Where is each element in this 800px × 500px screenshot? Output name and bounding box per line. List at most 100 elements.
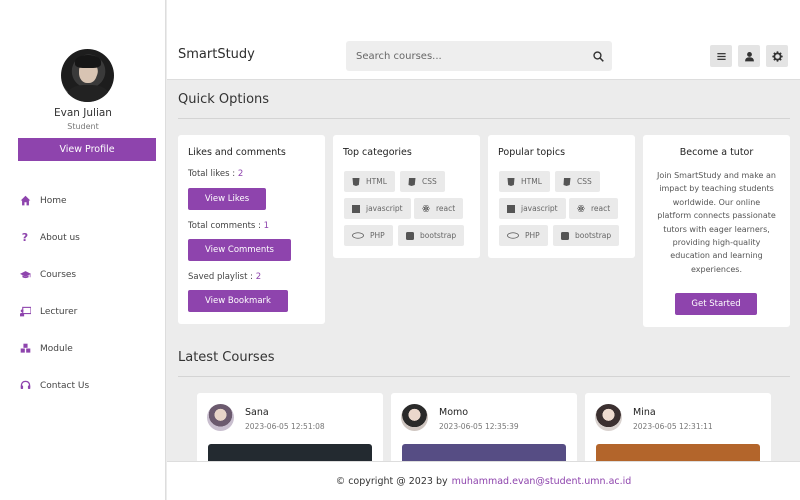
tag-html[interactable]: HTML <box>344 171 395 192</box>
tutor-description: Join SmartStudy and make an impact by te… <box>656 171 776 274</box>
course-card[interactable]: Mina 2023-06-05 12:31:11 <box>585 393 771 463</box>
tag-php[interactable]: PHP <box>499 225 548 246</box>
sidebar-item-contact-us[interactable]: Contact Us <box>0 367 166 404</box>
tag-react[interactable]: react <box>414 198 464 219</box>
css3-icon <box>563 177 571 186</box>
avatar <box>595 404 622 431</box>
html5-icon <box>507 177 515 186</box>
search-icon[interactable] <box>584 50 612 62</box>
question-icon: ? <box>21 231 29 244</box>
author-email-link[interactable]: muhammad.evan@student.umn.ac.id <box>452 476 632 487</box>
sidebar-item-label: About us <box>40 232 80 243</box>
javascript-icon <box>507 204 515 213</box>
view-likes-button[interactable]: View Likes <box>188 188 266 210</box>
top-categories-card: Top categories HTML CSS javascript react… <box>333 135 480 258</box>
menu-icon <box>716 52 726 60</box>
tag-label: CSS <box>422 177 437 186</box>
home-icon <box>18 195 32 206</box>
search-input[interactable] <box>346 50 584 62</box>
tag-bootstrap[interactable]: bootstrap <box>398 225 465 246</box>
tutor-name: Sana <box>245 407 269 418</box>
user-button[interactable] <box>738 45 760 67</box>
sidebar-nav: Home ? About us Courses Lecturer Module <box>0 182 166 404</box>
tag-html[interactable]: HTML <box>499 171 550 192</box>
tag-label: react <box>436 204 456 213</box>
tag-javascript[interactable]: javascript <box>499 198 566 219</box>
php-icon <box>352 232 364 240</box>
tag-label: bootstrap <box>575 231 612 240</box>
total-likes-stat: Total likes : 2 <box>188 169 243 179</box>
sidebar-item-label: Home <box>40 195 67 206</box>
menu-button[interactable] <box>710 45 732 67</box>
gear-icon <box>771 50 783 62</box>
popular-topics-card: Popular topics HTML CSS javascript react… <box>488 135 635 258</box>
tag-css[interactable]: CSS <box>400 171 445 192</box>
likes-comments-card: Likes and comments Total likes : 2 View … <box>178 135 325 324</box>
bootstrap-icon <box>406 231 414 240</box>
course-date: 2023-06-05 12:35:39 <box>439 422 519 431</box>
course-card[interactable]: Sana 2023-06-05 12:51:08 <box>197 393 383 463</box>
html5-icon <box>352 177 360 186</box>
sidebar: Evan Julian Student View Profile Home ? … <box>0 0 166 500</box>
get-started-button[interactable]: Get Started <box>675 293 757 315</box>
header: SmartStudy <box>167 33 800 80</box>
tag-label: HTML <box>366 177 387 186</box>
search-bar <box>346 41 612 71</box>
divider <box>178 118 790 119</box>
footer: © copyright @ 2023 by muhammad.evan@stud… <box>167 461 800 500</box>
tag-bootstrap[interactable]: bootstrap <box>553 225 620 246</box>
course-date: 2023-06-05 12:31:11 <box>633 422 713 431</box>
stat-label: Total likes : <box>188 169 238 179</box>
course-card[interactable]: Momo 2023-06-05 12:35:39 <box>391 393 577 463</box>
sidebar-item-courses[interactable]: Courses <box>0 256 166 293</box>
view-comments-button[interactable]: View Comments <box>188 239 291 261</box>
sidebar-item-module[interactable]: Module <box>0 330 166 367</box>
sidebar-item-home[interactable]: Home <box>0 182 166 219</box>
cubes-icon <box>18 343 32 354</box>
sidebar-item-lecturer[interactable]: Lecturer <box>0 293 166 330</box>
bootstrap-icon <box>561 231 569 240</box>
sidebar-item-label: Module <box>40 343 73 354</box>
settings-button[interactable] <box>766 45 788 67</box>
tag-label: javascript <box>366 204 403 213</box>
user-icon <box>744 51 754 61</box>
user-name: Evan Julian <box>54 107 112 119</box>
avatar <box>401 404 428 431</box>
course-date: 2023-06-05 12:51:08 <box>245 422 325 431</box>
avatar <box>207 404 234 431</box>
latest-courses-title: Latest Courses <box>178 350 275 365</box>
sidebar-item-about-us[interactable]: ? About us <box>0 219 166 256</box>
brand-logo[interactable]: SmartStudy <box>178 47 255 62</box>
top-band <box>167 0 800 33</box>
tag-react[interactable]: react <box>569 198 619 219</box>
php-icon <box>507 232 519 240</box>
javascript-icon <box>352 204 360 213</box>
sidebar-item-label: Lecturer <box>40 306 78 317</box>
tag-php[interactable]: PHP <box>344 225 393 246</box>
react-icon <box>577 205 585 213</box>
user-role: Student <box>67 122 99 131</box>
tag-label: HTML <box>521 177 542 186</box>
stat-label: Total comments : <box>188 221 264 231</box>
tag-label: react <box>591 204 611 213</box>
tag-label: javascript <box>521 204 558 213</box>
graduation-cap-icon <box>18 269 32 280</box>
total-comments-stat: Total comments : 1 <box>188 221 269 231</box>
avatar <box>61 49 114 102</box>
view-profile-button[interactable]: View Profile <box>18 138 156 161</box>
tag-label: PHP <box>525 231 540 240</box>
tag-css[interactable]: CSS <box>555 171 600 192</box>
card-title: Top categories <box>343 147 412 158</box>
tag-javascript[interactable]: javascript <box>344 198 411 219</box>
stat-label: Saved playlist : <box>188 272 256 282</box>
stat-value: 2 <box>237 169 244 179</box>
saved-playlist-stat: Saved playlist : 2 <box>188 272 261 282</box>
view-bookmark-button[interactable]: View Bookmark <box>188 290 288 312</box>
card-title: Popular topics <box>498 147 566 158</box>
css3-icon <box>408 177 416 186</box>
tutor-name: Momo <box>439 407 469 418</box>
quick-options-title: Quick Options <box>178 92 270 107</box>
tag-label: CSS <box>577 177 592 186</box>
divider <box>178 376 790 377</box>
copyright-text: © copyright @ 2023 by <box>335 475 448 487</box>
